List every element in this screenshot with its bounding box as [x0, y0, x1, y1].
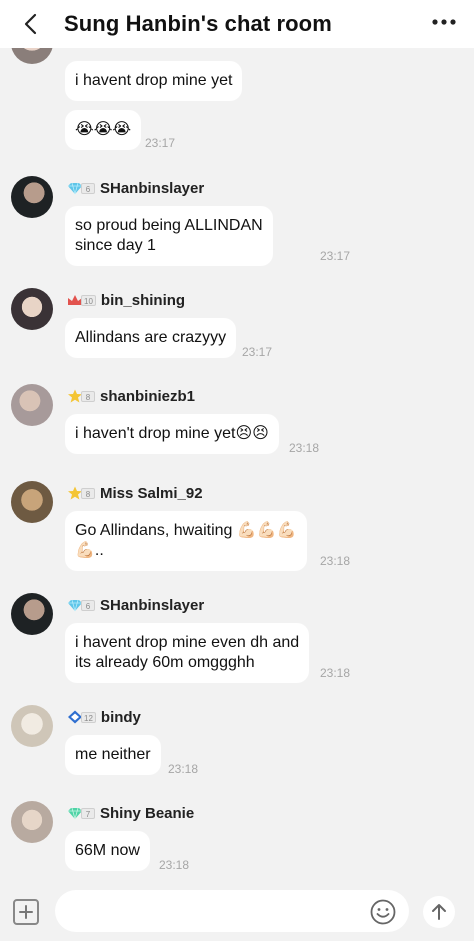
- message-timestamp: 23:18: [320, 666, 351, 680]
- plus-icon: [19, 905, 33, 919]
- message-text: i havent drop mine yet: [75, 72, 233, 89]
- level-badge: 8: [67, 486, 95, 500]
- message-text: i haven't drop mine yet😣😣: [75, 425, 269, 442]
- avatar[interactable]: [11, 705, 53, 747]
- level-badge: 10: [67, 293, 96, 307]
- sender-row: 8 shanbiniezb1: [67, 386, 195, 406]
- message-text: 66M now: [75, 842, 140, 859]
- attach-button[interactable]: [13, 899, 39, 925]
- level-badge: 8: [67, 389, 95, 403]
- smiley-icon: [370, 899, 396, 925]
- more-horizontal-icon: [432, 19, 456, 25]
- emoji-button[interactable]: [370, 899, 396, 925]
- sender-name[interactable]: Miss Salmi_92: [100, 485, 203, 502]
- message-input[interactable]: [55, 890, 409, 932]
- message-bubble[interactable]: Allindans are crazyyy: [65, 318, 237, 358]
- message-bubble[interactable]: me neither: [65, 735, 161, 775]
- level-badge: 6: [67, 598, 95, 612]
- level-badge: 12: [67, 710, 96, 724]
- message-timestamp: 23:18: [159, 858, 190, 872]
- chat-room-title: Sung Hanbin's chat room: [64, 11, 332, 36]
- message-timestamp: 23:18: [168, 762, 199, 776]
- chevron-left-icon: [24, 13, 37, 35]
- avatar[interactable]: [11, 593, 53, 635]
- sender-name[interactable]: SHanbinslayer: [100, 597, 204, 614]
- message-list[interactable]: i havent drop mine yet 😭😭😭 23:17 6 SHanb…: [0, 48, 474, 882]
- back-button[interactable]: [8, 0, 56, 48]
- message-text: Go Allindans, hwaiting 💪🏻💪🏻💪🏻: [75, 522, 297, 539]
- message-text: me neither: [75, 746, 151, 763]
- message-text: since day 1: [75, 237, 156, 254]
- message-text: 💪🏻..: [75, 542, 104, 559]
- message-timestamp: 23:18: [289, 441, 320, 455]
- message-text: its already 60m omggghh: [75, 654, 255, 671]
- message-bubble[interactable]: 66M now: [65, 831, 150, 871]
- avatar[interactable]: [11, 481, 53, 523]
- arrow-up-icon: [432, 904, 446, 920]
- level-badge: 7: [67, 806, 95, 820]
- avatar[interactable]: [11, 176, 53, 218]
- sender-name[interactable]: bindy: [101, 709, 141, 726]
- message-timestamp: 23:17: [242, 345, 273, 359]
- message-bubble[interactable]: Go Allindans, hwaiting 💪🏻💪🏻💪🏻 💪🏻..: [65, 511, 307, 571]
- chat-header: Sung Hanbin's chat room: [0, 0, 474, 48]
- level-badge: 6: [67, 181, 95, 195]
- sender-row: 8 Miss Salmi_92: [67, 483, 203, 503]
- sender-row: 12 bindy: [67, 707, 141, 727]
- message-text: i havent drop mine even dh and: [75, 634, 300, 651]
- message-bubble[interactable]: 😭😭😭: [65, 110, 142, 150]
- sender-name[interactable]: Shiny Beanie: [100, 805, 194, 822]
- avatar[interactable]: [11, 288, 53, 330]
- message-input-bar: [0, 882, 474, 941]
- sender-name[interactable]: shanbiniezb1: [100, 388, 195, 405]
- sender-name[interactable]: SHanbinslayer: [100, 180, 204, 197]
- message-bubble[interactable]: i havent drop mine yet: [65, 61, 243, 101]
- sender-name[interactable]: bin_shining: [101, 292, 185, 309]
- message-text: Allindans are crazyyy: [75, 329, 227, 346]
- avatar[interactable]: [11, 48, 53, 64]
- message-bubble[interactable]: i haven't drop mine yet😣😣: [65, 414, 279, 454]
- sender-row: 10 bin_shining: [67, 290, 185, 310]
- message-bubble[interactable]: i havent drop mine even dh and its alrea…: [65, 623, 310, 683]
- avatar[interactable]: [11, 801, 53, 843]
- sender-row: 6 SHanbinslayer: [67, 595, 204, 615]
- message-bubble[interactable]: so proud being ALLINDAN since day 1: [65, 206, 273, 266]
- send-button[interactable]: [423, 896, 455, 928]
- message-timestamp: 23:17: [145, 136, 176, 150]
- sender-row: 7 Shiny Beanie: [67, 803, 194, 823]
- message-timestamp: 23:18: [320, 554, 351, 568]
- avatar[interactable]: [11, 384, 53, 426]
- more-options-button[interactable]: [422, 0, 466, 44]
- sender-row: 6 SHanbinslayer: [67, 178, 204, 198]
- message-timestamp: 23:17: [320, 249, 351, 263]
- message-text: 😭😭😭: [75, 121, 132, 138]
- message-text: so proud being ALLINDAN: [75, 217, 263, 234]
